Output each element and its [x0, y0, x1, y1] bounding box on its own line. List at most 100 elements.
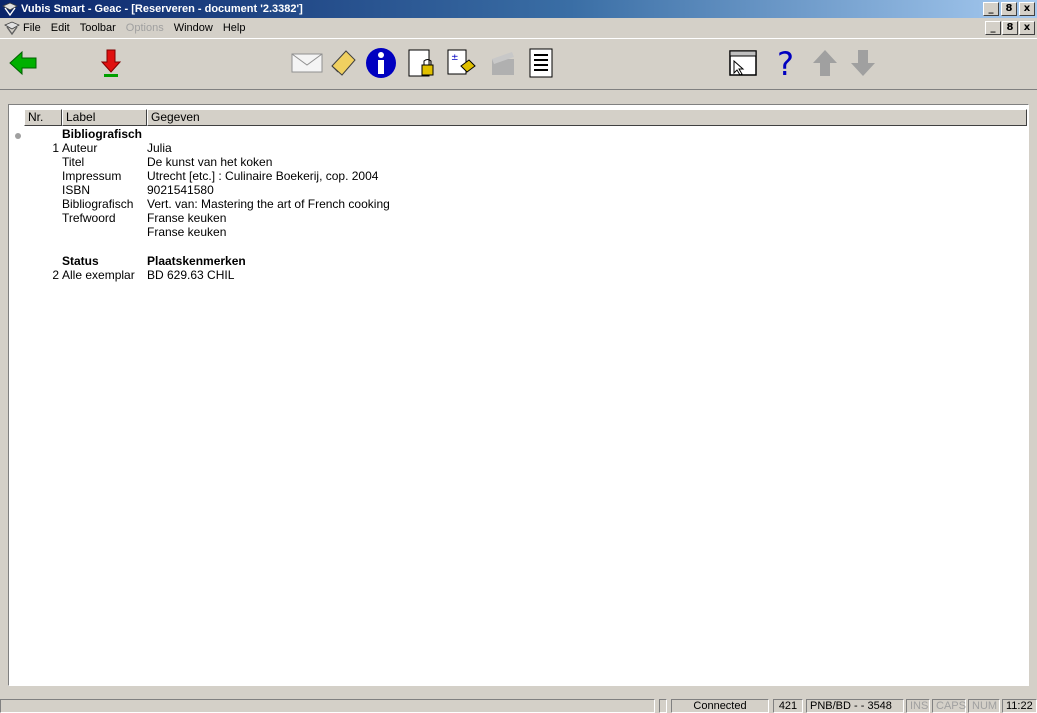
row-value: Franse keuken: [147, 211, 227, 225]
table-row[interactable]: Titel De kunst van het koken: [24, 155, 1024, 169]
status-time: 11:22: [1002, 699, 1037, 713]
select-window-button[interactable]: [726, 47, 760, 81]
menu-bar: File Edit Toolbar Options Window Help _ …: [0, 18, 1037, 38]
svg-text:?: ?: [777, 46, 794, 80]
mail-button[interactable]: [290, 47, 324, 81]
table-row[interactable]: ISBN 9021541580: [24, 183, 1024, 197]
row-nr: [24, 169, 62, 183]
column-gegeven[interactable]: Gegeven: [147, 109, 1027, 126]
svg-text:±: ±: [451, 53, 459, 63]
row-label: Impressum: [62, 169, 122, 183]
table-row[interactable]: 2 Alle exemplar BD 629.63 CHIL: [24, 268, 1024, 282]
toolbar: ± ?: [0, 38, 1037, 90]
menu-file[interactable]: File: [23, 22, 41, 34]
table-row[interactable]: Franse keuken: [24, 225, 1024, 239]
clapperboard-button[interactable]: [486, 47, 520, 81]
restore-button[interactable]: 8: [1001, 2, 1017, 16]
back-button[interactable]: [6, 47, 40, 81]
clapperboard-icon: [489, 49, 517, 80]
menu-options[interactable]: Options: [126, 22, 164, 34]
column-header: Nr. Label Gegeven: [24, 109, 1027, 126]
row-nr: 1: [52, 141, 59, 155]
app-icon: [2, 2, 18, 17]
status-message-pane: [0, 699, 655, 713]
row-value: Julia: [147, 141, 172, 155]
column-nr[interactable]: Nr.: [24, 109, 62, 126]
close-button[interactable]: x: [1019, 2, 1035, 16]
row-nr: [24, 183, 62, 197]
menu-help[interactable]: Help: [223, 22, 246, 34]
row-nr: [24, 225, 62, 239]
status-caps: CAPS: [932, 699, 966, 713]
table-row[interactable]: Trefwoord Franse keuken: [24, 211, 1024, 225]
status-code: 421: [773, 699, 803, 713]
info-button[interactable]: [364, 47, 398, 81]
status-num: NUM: [968, 699, 1000, 713]
row-value: Utrecht [etc.] : Culinaire Boekerij, cop…: [147, 169, 379, 183]
note-button[interactable]: [326, 47, 360, 81]
status-bar: Connected 421 PNB/BD - - 3548 INS CAPS N…: [0, 698, 1037, 713]
list-document-button[interactable]: [524, 47, 558, 81]
row-label: Alle exemplar: [62, 268, 135, 282]
record-panel: Nr. Label Gegeven Bibliografisch 1 Auteu…: [8, 104, 1029, 686]
status-location: PNB/BD - - 3548: [806, 699, 904, 713]
section-label-heading: Status: [62, 254, 99, 268]
help-icon: ?: [774, 45, 800, 83]
table-row[interactable]: 1 Auteur Julia: [24, 141, 1024, 155]
row-label: Titel: [62, 155, 85, 169]
copy-document-icon: ±: [445, 48, 477, 81]
row-value: De kunst van het koken: [147, 155, 273, 169]
row-label: Bibliografisch: [62, 197, 134, 211]
status-blank-pane: [659, 699, 667, 713]
section-value-heading: Plaatskenmerken: [147, 254, 246, 268]
lock-document-button[interactable]: [404, 47, 438, 81]
help-button[interactable]: ?: [770, 45, 804, 83]
back-arrow-icon: [8, 50, 38, 79]
row-value: 9021541580: [147, 183, 214, 197]
row-nr: [24, 211, 62, 225]
doc-close-button[interactable]: x: [1019, 21, 1035, 35]
minimize-button[interactable]: _: [983, 2, 999, 16]
select-window-icon: [728, 49, 758, 80]
row-marker-icon: [15, 133, 21, 139]
copy-document-button[interactable]: ±: [444, 47, 478, 81]
doc-restore-button[interactable]: 8: [1002, 21, 1018, 35]
status-ins: INS: [906, 699, 930, 713]
row-nr: [24, 197, 62, 211]
column-label[interactable]: Label: [62, 109, 147, 126]
row-value: Vert. van: Mastering the art of French c…: [147, 197, 390, 211]
up-arrow-icon: [811, 48, 839, 81]
row-value: Franse keuken: [147, 225, 227, 239]
doc-minimize-button[interactable]: _: [985, 21, 1001, 35]
envelope-icon: [291, 52, 323, 77]
window-title: Vubis Smart - Geac - [Reserveren - docum…: [21, 3, 303, 15]
down-button[interactable]: [846, 47, 880, 81]
section-heading[interactable]: Status Plaatskenmerken: [24, 254, 1024, 268]
menu-edit[interactable]: Edit: [51, 22, 70, 34]
status-connection: Connected: [671, 699, 769, 713]
row-label: Auteur: [62, 141, 98, 155]
row-nr: 2: [52, 268, 59, 282]
table-row[interactable]: Impressum Utrecht [etc.] : Culinaire Boe…: [24, 169, 1024, 183]
download-button[interactable]: [94, 47, 128, 81]
section-heading[interactable]: Bibliografisch: [24, 127, 1024, 141]
note-icon: [328, 48, 358, 81]
document-menu-icon[interactable]: [4, 21, 20, 36]
download-arrow-icon: [99, 48, 123, 81]
info-icon: [365, 47, 397, 82]
row-label: ISBN: [62, 183, 91, 197]
lock-document-icon: [406, 48, 436, 81]
row-label: Trefwoord: [62, 211, 116, 225]
row-label: [62, 225, 147, 239]
row-nr: [24, 155, 62, 169]
down-arrow-icon: [849, 48, 877, 81]
table-row[interactable]: Bibliografisch Vert. van: Mastering the …: [24, 197, 1024, 211]
menu-toolbar[interactable]: Toolbar: [80, 22, 116, 34]
row-value: BD 629.63 CHIL: [147, 268, 235, 282]
title-bar: Vubis Smart - Geac - [Reserveren - docum…: [0, 0, 1037, 18]
list-document-icon: [528, 48, 554, 81]
section-title: Bibliografisch: [62, 127, 143, 141]
menu-window[interactable]: Window: [174, 22, 213, 34]
up-button[interactable]: [808, 47, 842, 81]
record-rows: Bibliografisch 1 Auteur Julia Titel De k…: [24, 127, 1024, 282]
